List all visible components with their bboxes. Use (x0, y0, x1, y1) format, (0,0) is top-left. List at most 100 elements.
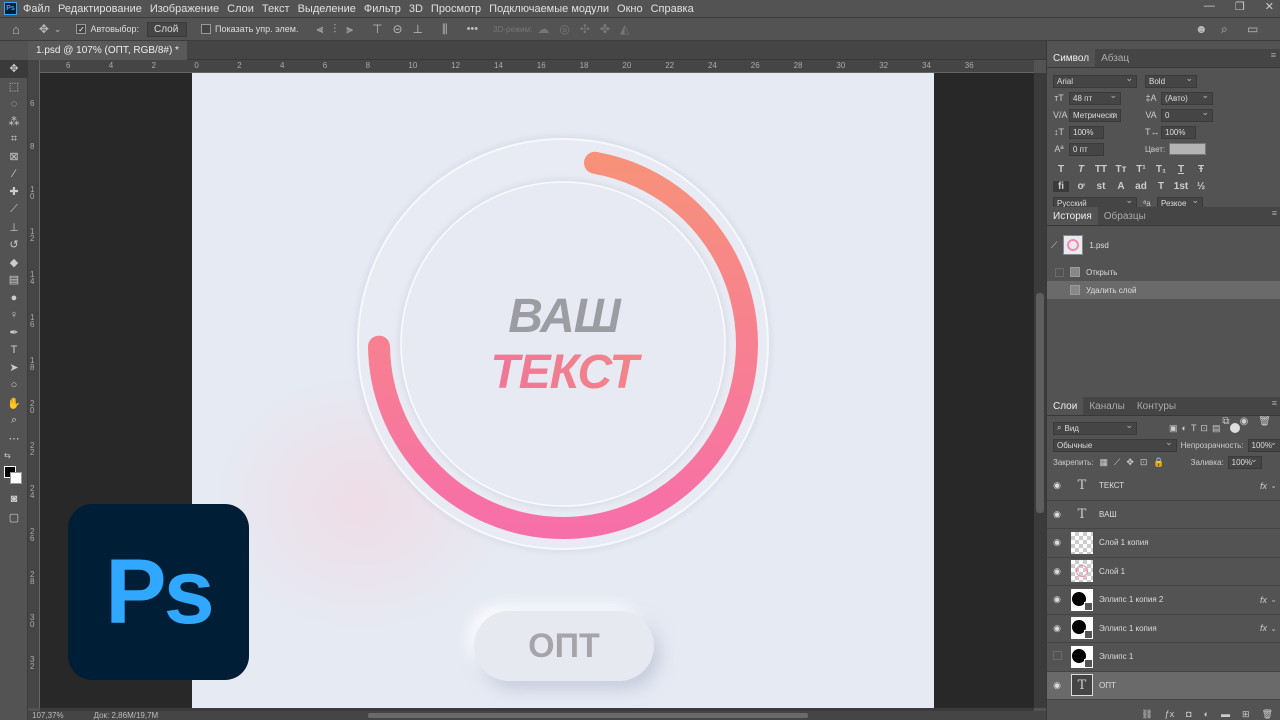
history-brush-source-icon[interactable]: ⟋ (1051, 240, 1057, 251)
align-middle-icon[interactable]: ⊝ (393, 22, 403, 36)
align-top-icon[interactable]: ⊤ (372, 22, 382, 36)
trash-icon[interactable]: 🗑 (1262, 709, 1273, 720)
history-snapshot[interactable]: ⟋ 1.psd (1047, 231, 1280, 259)
eraser-icon[interactable]: ◆ (0, 254, 28, 272)
faux-bold-button[interactable]: T (1053, 164, 1069, 175)
history-item[interactable]: Удалить слой (1047, 281, 1280, 299)
menu-image[interactable]: Изображение (150, 3, 219, 15)
eye-icon[interactable]: ◉ (1047, 480, 1067, 491)
menu-window[interactable]: Окно (617, 3, 643, 15)
home-icon[interactable]: ⌂ (12, 22, 20, 37)
underline-button[interactable]: T (1173, 164, 1189, 175)
layer-row[interactable]: ◉ Эллипс 1 копия 2 fx ⌄ (1047, 586, 1280, 615)
more-tools-icon[interactable]: ⋯ (0, 429, 28, 447)
autoselect-checkbox[interactable]: ✓ (76, 24, 87, 34)
zoom-level[interactable]: 107,37% (32, 711, 64, 720)
history-brush-checkbox[interactable] (1055, 285, 1064, 295)
panel-menu-icon[interactable]: ≡ (1271, 51, 1276, 60)
distribute-icon[interactable]: ⫼ (442, 22, 448, 37)
menu-layers[interactable]: Слои (227, 3, 254, 15)
workspace-icon[interactable]: ▭ (1247, 22, 1258, 36)
layer-name[interactable]: Эллипс 1 копия (1099, 624, 1157, 633)
swap-colors-icon[interactable]: ⇆ (0, 447, 28, 465)
marquee-tool-icon[interactable]: ⬚ (0, 78, 28, 96)
eye-icon[interactable]: ◉ (1047, 566, 1067, 577)
move-tool-icon[interactable]: ✥ (39, 22, 49, 36)
layer-row[interactable]: ◉ T ТЕКСТ fx ⌄ (1047, 472, 1280, 501)
subscript-button[interactable]: T₁ (1153, 164, 1169, 175)
font-style-select[interactable]: Bold (1145, 73, 1197, 88)
all-caps-button[interactable]: TT (1093, 164, 1109, 175)
hand-tool-icon[interactable]: ✋ (0, 394, 28, 412)
gradient-icon[interactable]: ▤ (0, 271, 28, 289)
layer-name[interactable]: Эллипс 1 копия 2 (1099, 595, 1163, 604)
panel-menu-icon[interactable]: ≡ (1272, 209, 1277, 218)
superscript-button[interactable]: T¹ (1133, 164, 1149, 175)
healing-brush-icon[interactable]: ✚ (0, 183, 28, 201)
eye-icon[interactable]: ◉ (1047, 537, 1067, 548)
discretionary-lig-button[interactable]: ad (1133, 181, 1149, 192)
quick-mask-icon[interactable]: ◙ (0, 491, 28, 509)
baseline-field[interactable]: 0 пт (1069, 142, 1104, 156)
add-mask-icon[interactable]: ◘ (1186, 709, 1191, 719)
fractions-button[interactable]: ½ (1193, 181, 1209, 192)
chevron-down-icon[interactable]: ⌄ (1270, 595, 1277, 604)
opt-button[interactable]: ОПТ (474, 611, 654, 681)
fx-icon[interactable]: fx (1260, 595, 1267, 605)
user-icon[interactable]: ☻ (1195, 22, 1208, 36)
magic-wand-icon[interactable]: ⁂ (0, 113, 28, 131)
new-layer-icon[interactable]: ⊞ (1242, 709, 1250, 720)
font-family-select[interactable]: Arial (1053, 73, 1137, 88)
tab-paths[interactable]: Контуры (1131, 397, 1182, 415)
titling-button[interactable]: T (1153, 181, 1169, 192)
panel-menu-icon[interactable]: ≡ (1272, 399, 1277, 408)
scale-3d-icon[interactable]: ◭ (620, 22, 629, 36)
stamp-tool-icon[interactable]: ⊥ (0, 218, 28, 236)
blend-mode-select[interactable]: Обычные (1053, 437, 1177, 452)
dodge-tool-icon[interactable]: ♀ (0, 306, 28, 324)
close-button[interactable]: ✕ (1265, 0, 1274, 13)
eye-icon[interactable]: ◉ (1047, 680, 1067, 691)
chevron-down-icon[interactable]: ⌄ (54, 24, 62, 35)
layer-filter-icons[interactable]: ▣◐T⊡▤ (1169, 423, 1224, 434)
show-controls-checkbox[interactable] (201, 24, 211, 34)
layer-name[interactable]: ОПТ (1099, 681, 1116, 690)
layer-row[interactable]: ◉ Слой 1 копия (1047, 529, 1280, 558)
align-right-icon[interactable]: ⫸ (346, 22, 353, 37)
stylistic-alt-button[interactable]: A (1113, 181, 1129, 192)
minimize-button[interactable]: — (1204, 0, 1215, 13)
eyedropper-icon[interactable]: ⁄ (0, 166, 28, 184)
layer-row[interactable]: ◉ T ВАШ (1047, 501, 1280, 529)
font-size-field[interactable]: 48 пт (1069, 90, 1121, 105)
tracking-field[interactable]: 0 (1161, 107, 1213, 122)
align-center-icon[interactable]: ⫶ (333, 22, 336, 37)
ellipse-tool-icon[interactable]: ○ (0, 377, 28, 395)
zoom-tool-icon[interactable]: ⌕ (0, 412, 28, 430)
roll-3d-icon[interactable]: ◎ (559, 22, 569, 36)
artboard[interactable]: ВАШ ТЕКСТ ОПТ (192, 73, 934, 708)
more-options-icon[interactable]: ••• (467, 23, 479, 35)
app-icon[interactable]: Ps (4, 2, 17, 15)
kerning-field[interactable]: Метрически (1069, 107, 1121, 122)
history-brush-icon[interactable]: ↺ (0, 236, 28, 254)
tab-history[interactable]: История (1047, 207, 1098, 225)
tab-layers[interactable]: Слои (1047, 397, 1084, 415)
text-color-swatch[interactable] (1169, 143, 1207, 155)
old-style-button[interactable]: ơ (1073, 181, 1089, 192)
vertical-scale-field[interactable]: 100% (1069, 125, 1104, 139)
small-caps-button[interactable]: Tт (1113, 164, 1129, 175)
menu-filter[interactable]: Фильтр (364, 3, 401, 15)
tab-paragraph[interactable]: Абзац (1095, 49, 1135, 67)
chevron-down-icon[interactable]: ⌄ (1270, 481, 1277, 490)
add-style-icon[interactable]: ƒx (1165, 709, 1175, 719)
align-bottom-icon[interactable]: ⊥ (413, 22, 423, 36)
maximize-button[interactable]: ❐ (1235, 0, 1245, 13)
drag-3d-icon[interactable]: ✣ (580, 22, 590, 36)
link-layers-icon[interactable]: ⛓ (1141, 709, 1152, 720)
menu-edit[interactable]: Редактирование (58, 3, 142, 15)
layer-filter-select[interactable]: ⌕ Вид (1053, 420, 1137, 435)
document-tab[interactable]: 1.psd @ 107% (ОПТ, RGB/8#) * (28, 41, 187, 60)
new-group-icon[interactable]: ▬ (1221, 709, 1230, 719)
blur-tool-icon[interactable]: ● (0, 289, 28, 307)
menu-help[interactable]: Справка (651, 3, 694, 15)
